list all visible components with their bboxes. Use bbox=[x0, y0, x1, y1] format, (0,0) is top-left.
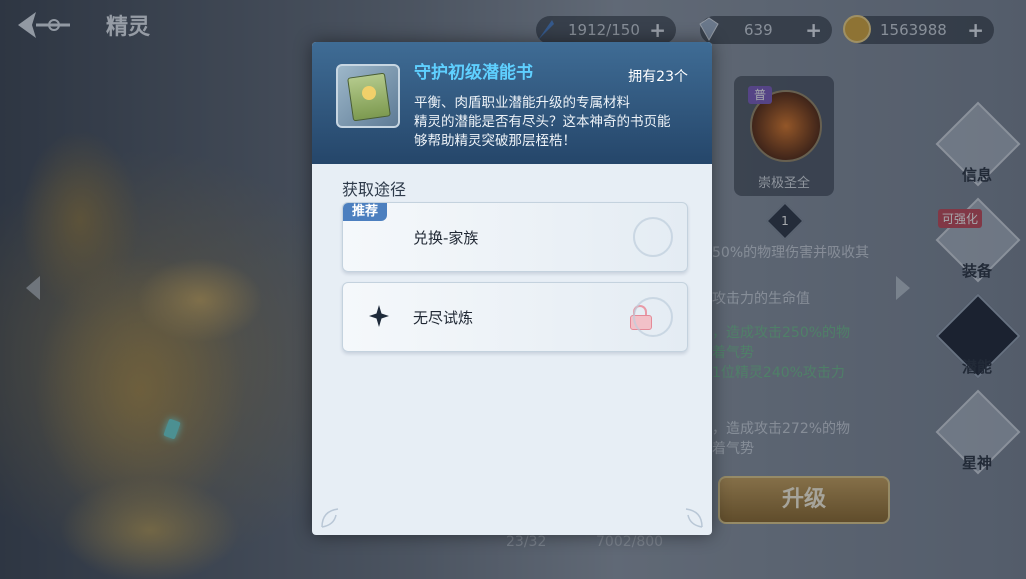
recommend-tag: 推荐 bbox=[343, 203, 387, 221]
source-label: 无尽试炼 bbox=[413, 309, 474, 327]
sparkle-icon bbox=[369, 305, 389, 327]
item-count: 拥有23个 bbox=[628, 69, 688, 85]
flower-deco-icon bbox=[633, 297, 673, 337]
corner-ornament-icon bbox=[321, 508, 339, 528]
flower-deco-icon bbox=[633, 217, 673, 257]
item-description: 平衡、肉盾职业潜能升级的专属材料 精灵的潜能是否有尽头？这本神奇的书页能 够帮助… bbox=[414, 94, 684, 151]
item-name: 守护初级潜能书 bbox=[414, 63, 533, 83]
source-item-exchange-guild[interactable]: 推荐 兑换-家族 bbox=[342, 202, 688, 272]
corner-ornament-icon bbox=[685, 508, 703, 528]
item-description-line: 精灵的潜能是否有尽头？这本神奇的书页能 bbox=[414, 114, 671, 130]
item-info-header: 守护初级潜能书 拥有23个 平衡、肉盾职业潜能升级的专属材料 精灵的潜能是否有尽… bbox=[312, 42, 712, 164]
sources-title: 获取途径 bbox=[342, 180, 407, 199]
potential-book-icon bbox=[336, 64, 400, 128]
source-item-endless-trial[interactable]: 无尽试炼 bbox=[342, 282, 688, 352]
item-description-line: 够帮助精灵突破那层桎梏！ bbox=[414, 133, 576, 149]
source-label: 兑换-家族 bbox=[413, 229, 479, 247]
item-source-popup: 守护初级潜能书 拥有23个 平衡、肉盾职业潜能升级的专属材料 精灵的潜能是否有尽… bbox=[312, 42, 712, 535]
item-description-line: 平衡、肉盾职业潜能升级的专属材料 bbox=[414, 95, 630, 111]
